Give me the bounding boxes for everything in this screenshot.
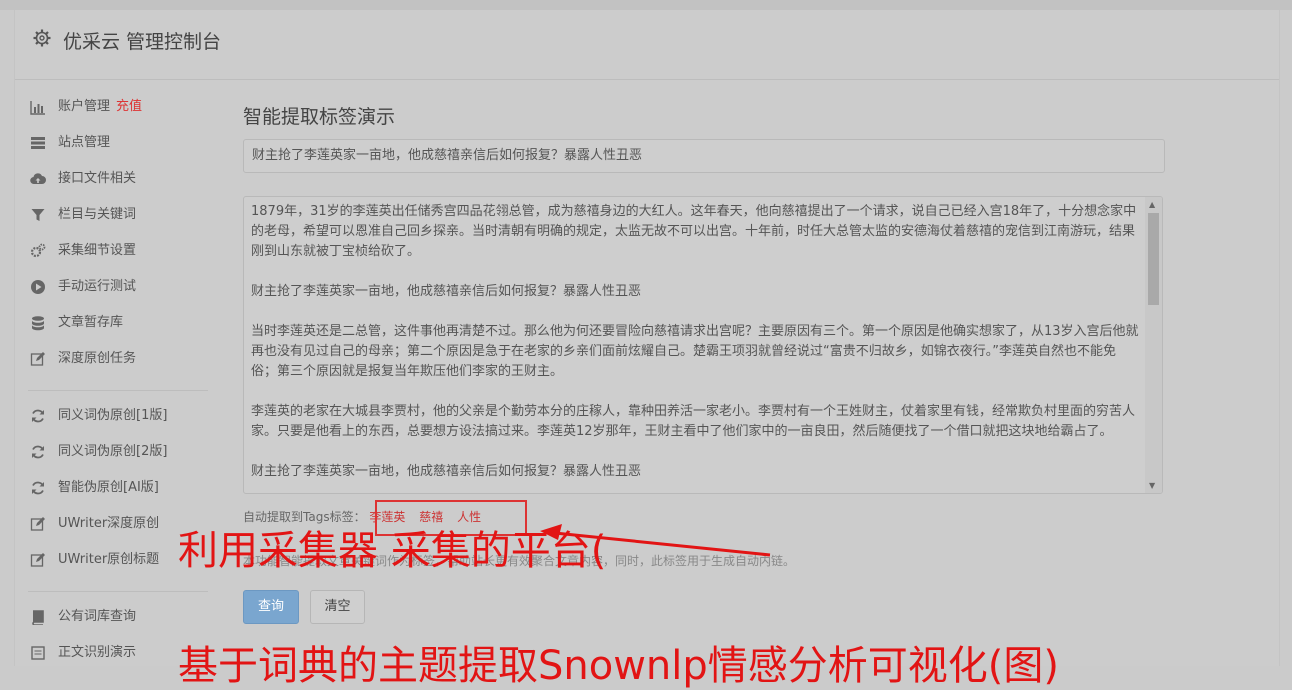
overlay-caption-1: 利用采集器 采集的平台( [178, 528, 607, 574]
overlay-caption-2: 基于词典的主题提取Snownlp情感分析可视化(图) [178, 643, 1059, 689]
